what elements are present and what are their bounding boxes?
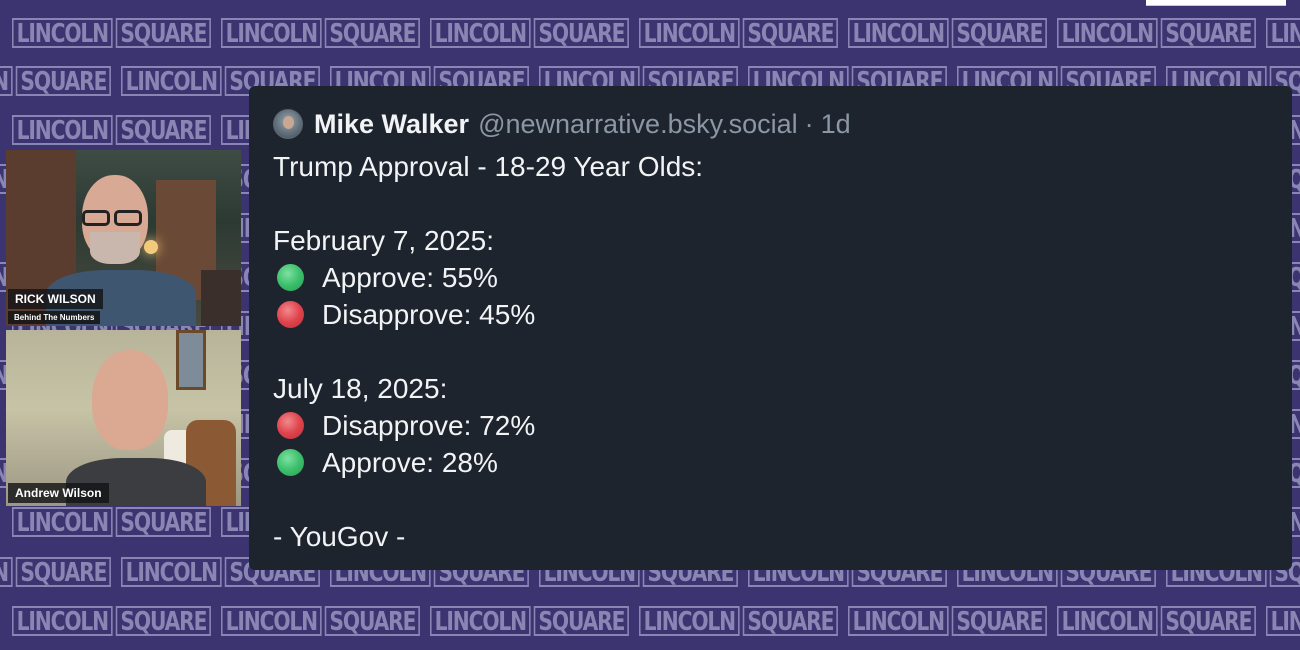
author-handle[interactable]: @newnarrative.bsky.social bbox=[478, 109, 798, 140]
brand-wordmark: LINCOLNSQUARE bbox=[12, 113, 211, 147]
poll-result-row: Disapprove: 72% bbox=[273, 407, 703, 444]
post-timestamp[interactable]: 1d bbox=[821, 109, 851, 140]
brand-row: LINCOLNSQUARE LINCOLNSQUARE LINCOLNSQUARE L… bbox=[12, 16, 1300, 50]
brand-wordmark: LINCOLNSQUARE bbox=[12, 16, 211, 50]
red-circle-icon bbox=[277, 301, 304, 328]
brand-wordmark: LINCOLNSQUARE bbox=[221, 16, 420, 50]
poll-result-row: Disapprove: 45% bbox=[273, 296, 703, 333]
brand-wordmark: LINCOLNSQUARE bbox=[430, 16, 629, 50]
brand-wordmark: LINCOLNSQUARE bbox=[1057, 604, 1256, 638]
brand-wordmark: LINCOLNSQUARE bbox=[0, 64, 111, 98]
poll-result-row: Approve: 55% bbox=[273, 259, 703, 296]
brand-row: LINCOLNSQUARE LINCOLNSQUARE LINCOLNSQUARE L… bbox=[12, 604, 1300, 638]
poll-date: February 7, 2025: bbox=[273, 225, 495, 256]
social-post-card: Mike Walker @newnarrative.bsky.social · … bbox=[249, 86, 1292, 570]
poll-result-text: Approve: 28% bbox=[322, 447, 498, 478]
brand-logo bbox=[1146, 0, 1286, 6]
poll-result-row: Approve: 28% bbox=[273, 444, 703, 481]
participant-name-tag: Andrew Wilson bbox=[8, 483, 109, 503]
poll-result-text: Disapprove: 45% bbox=[322, 299, 536, 330]
participant-name-tag: RICK WILSON bbox=[8, 289, 103, 309]
red-circle-icon bbox=[277, 412, 304, 439]
brand-wordmark: LINCOLNSQUARE bbox=[12, 604, 211, 638]
brand-wordmark: LINCOLNSQUARE bbox=[1266, 16, 1300, 50]
brand-wordmark: LINCOLNSQUARE bbox=[430, 604, 629, 638]
brand-wordmark: LINCOLNSQUARE bbox=[0, 555, 111, 589]
post-header: Mike Walker @newnarrative.bsky.social · … bbox=[273, 108, 851, 140]
participant-subtitle: Behind The Numbers bbox=[8, 311, 101, 324]
brand-wordmark: LINCOLNSQUARE bbox=[639, 604, 838, 638]
green-circle-icon bbox=[277, 449, 304, 476]
brand-wordmark: LINCOLNSQUARE bbox=[1057, 16, 1256, 50]
video-feed-andrew-wilson bbox=[6, 330, 241, 506]
brand-wordmark: LINCOLNSQUARE bbox=[12, 505, 211, 539]
brand-wordmark: LINCOLNSQUARE bbox=[848, 16, 1047, 50]
separator-dot: · bbox=[804, 108, 814, 139]
brand-wordmark: LINCOLNSQUARE bbox=[121, 555, 320, 589]
post-title: Trump Approval - 18-29 Year Olds: bbox=[273, 151, 704, 182]
poll-date: July 18, 2025: bbox=[273, 373, 448, 404]
poll-result-text: Disapprove: 72% bbox=[322, 410, 536, 441]
brand-wordmark: LINCOLNSQUARE bbox=[121, 64, 320, 98]
post-body: Trump Approval - 18-29 Year Olds: Februa… bbox=[273, 148, 703, 555]
avatar[interactable] bbox=[273, 109, 303, 139]
poll-source: - YouGov - bbox=[273, 521, 406, 552]
poll-result-text: Approve: 55% bbox=[322, 262, 498, 293]
brand-wordmark: LINCOLNSQUARE bbox=[639, 16, 838, 50]
green-circle-icon bbox=[277, 264, 304, 291]
brand-wordmark: LINCOLNSQUARE bbox=[221, 604, 420, 638]
brand-wordmark: LINCOLNSQUARE bbox=[848, 604, 1047, 638]
author-name[interactable]: Mike Walker bbox=[314, 109, 469, 140]
brand-wordmark: LINCOLNSQUARE bbox=[1266, 604, 1300, 638]
